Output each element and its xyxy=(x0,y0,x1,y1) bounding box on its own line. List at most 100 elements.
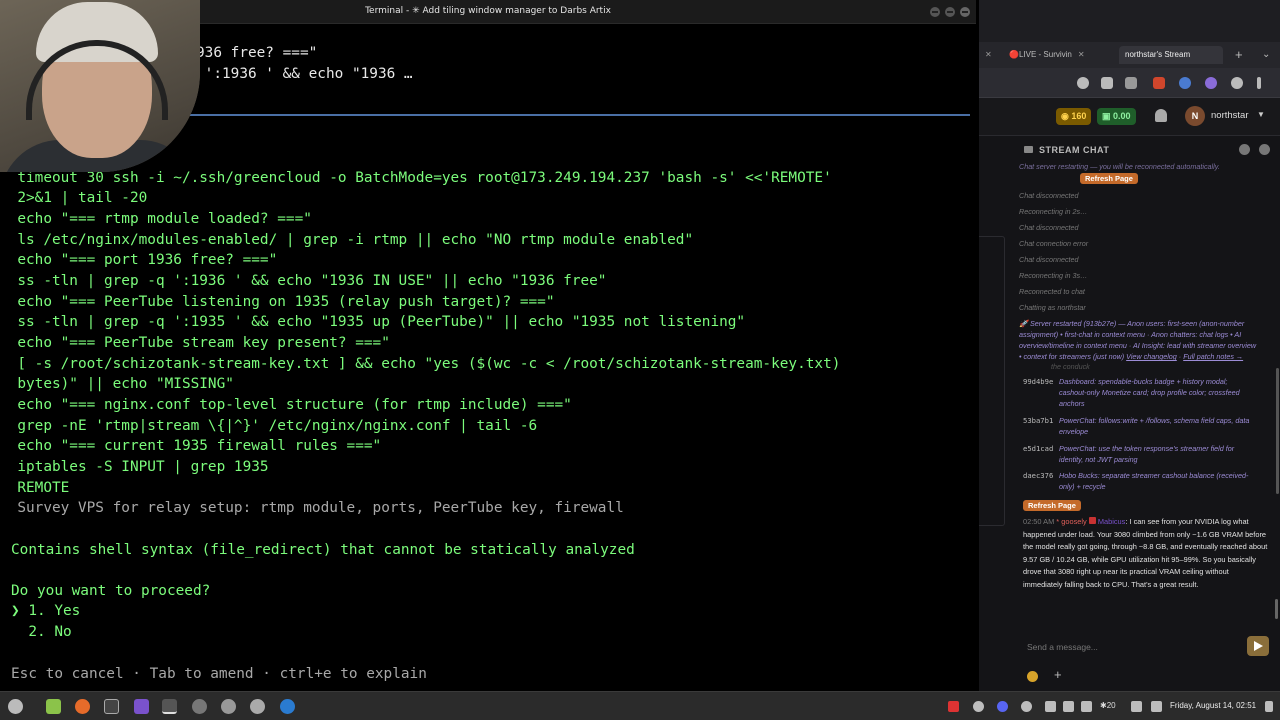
tray-count: ✱20 xyxy=(1100,701,1116,710)
gear-icon[interactable] xyxy=(250,699,265,714)
menu-icon[interactable] xyxy=(1257,77,1261,89)
message-input[interactable]: Send a message... xyxy=(1023,636,1239,658)
users-icon[interactable] xyxy=(1239,144,1250,155)
clock[interactable]: Friday, August 14, 02:51 xyxy=(1170,701,1256,710)
username[interactable]: northstar xyxy=(1211,110,1249,121)
send-button[interactable] xyxy=(1247,636,1269,656)
mod-badge-icon xyxy=(1088,517,1096,524)
money-badge[interactable]: ▣ 0.00 xyxy=(1097,108,1136,125)
settings-icon[interactable] xyxy=(1231,77,1243,89)
chat-status: Reconnecting in 2s… xyxy=(1019,207,1088,216)
display-icon[interactable] xyxy=(1063,701,1074,712)
chevron-down-icon[interactable]: ⌄ xyxy=(1262,46,1270,64)
minimize-button[interactable] xyxy=(930,7,940,17)
shield-icon[interactable] xyxy=(1125,77,1137,89)
addon-icon[interactable] xyxy=(1153,77,1165,89)
firefox-icon[interactable] xyxy=(75,699,90,714)
addon-icon[interactable] xyxy=(1179,77,1191,89)
terminal-command-line: 2>&1 | tail -20 xyxy=(0,190,148,206)
tab-close-icon[interactable]: ✕ xyxy=(979,46,991,64)
telegram-icon[interactable] xyxy=(280,699,295,714)
chat-header: STREAM CHAT xyxy=(1019,136,1280,164)
system-text: Chat server restarting — you will be rec… xyxy=(1019,162,1220,171)
commit-entry: 99d4b9e Dashboard: spendable-bucks badge… xyxy=(1023,376,1253,409)
chat-status: Chat disconnected xyxy=(1019,255,1079,264)
terminal-icon[interactable] xyxy=(104,699,119,714)
webcam-overlay xyxy=(0,0,200,172)
record-icon[interactable] xyxy=(948,701,959,712)
chat-status: Chat connection error xyxy=(1019,239,1089,248)
download-icon[interactable] xyxy=(1077,77,1089,89)
terminal-prompt: Do you want to proceed? xyxy=(11,583,211,599)
user-tag: * goosely xyxy=(1056,517,1087,526)
commit-entry: e5d1cad PowerChat: use the token respons… xyxy=(1023,443,1253,465)
terminal-command-line: echo "=== PeerTube stream key present? =… xyxy=(0,335,390,351)
terminal-command-line: [ -s /root/schizotank-stream-key.txt ] &… xyxy=(0,356,841,372)
message-text: I can see from your NVIDIA log what happ… xyxy=(1023,517,1268,589)
bucks-badge[interactable]: ◉ 160 xyxy=(1056,108,1092,125)
refresh-page-button[interactable]: Refresh Page xyxy=(1023,500,1081,511)
terminal-header-line: 936 free? ===" xyxy=(196,45,318,61)
terminal-active-icon[interactable] xyxy=(162,699,177,714)
avatar[interactable]: N xyxy=(1185,106,1205,126)
bucks-count: 160 xyxy=(1071,111,1087,121)
chat-scrollbar[interactable] xyxy=(1276,368,1279,494)
app-menu-icon[interactable] xyxy=(8,699,23,714)
gear-icon[interactable] xyxy=(221,699,236,714)
terminal-command-line: ls /etc/nginx/modules-enabled/ | grep -i… xyxy=(0,232,694,248)
terminal-warning: Contains shell syntax (file_redirect) th… xyxy=(11,542,635,558)
desktop: Terminal - ✳ Add tiling window manager t… xyxy=(0,0,1280,720)
user-tag-text: goosely xyxy=(1061,517,1087,526)
chat-status: Reconnected to chat xyxy=(1019,287,1085,296)
browser-toolbar xyxy=(979,68,1280,98)
terminal-command-line: echo "=== PeerTube listening on 1935 (re… xyxy=(0,294,555,310)
close-icon[interactable]: ✕ xyxy=(1078,50,1085,59)
bell-icon[interactable] xyxy=(1155,109,1167,122)
terminal-command-line: ss -tln | grep -q ':1935 ' && echo "1935… xyxy=(0,314,746,330)
stream-chat: STREAM CHAT Chat server restarting — you… xyxy=(1019,136,1280,691)
tab-stream[interactable]: northstar's Stream xyxy=(1119,46,1223,64)
commit-text: Dashboard: spendable-bucks badge + histo… xyxy=(1059,377,1240,408)
discord-icon[interactable] xyxy=(997,701,1008,712)
commit-text: Hobo Bucks: separate streamer cashout ba… xyxy=(1059,471,1249,491)
show-desktop-button[interactable] xyxy=(1265,701,1273,712)
extension-icon[interactable] xyxy=(1101,77,1113,89)
network-icon[interactable] xyxy=(1081,701,1092,712)
addon-icon[interactable] xyxy=(1205,77,1217,89)
chat-scrollbar-lower[interactable] xyxy=(1275,599,1278,619)
site-header: ◉ 160 ▣ 0.00 N northstar ▼ xyxy=(979,98,1280,136)
message-author[interactable]: Mabicus xyxy=(1098,517,1126,526)
tab-live[interactable]: 🔴LIVE - Survivin ✕ xyxy=(1009,46,1109,64)
gear-icon[interactable] xyxy=(1259,144,1270,155)
terminal-command-line: echo "=== current 1935 firewall rules ==… xyxy=(0,438,382,454)
commit-text: PowerChat: use the token response's stre… xyxy=(1059,444,1235,464)
patch-notes: 🚀 Server restarted (913b27e) — Anon user… xyxy=(1019,319,1257,361)
chat-input-area: Send a message... xyxy=(1019,632,1280,662)
close-button[interactable] xyxy=(960,7,970,17)
shield-icon[interactable] xyxy=(1045,701,1056,712)
files-icon[interactable] xyxy=(46,699,61,714)
new-tab-button[interactable]: + xyxy=(1235,46,1243,64)
refresh-page-button[interactable]: Refresh Page xyxy=(1080,173,1138,184)
obsidian-icon[interactable] xyxy=(134,699,149,714)
emoji-icon[interactable] xyxy=(1027,671,1038,682)
maximize-button[interactable] xyxy=(945,7,955,17)
message-time: 02:50 AM xyxy=(1023,517,1055,526)
view-changelog-link[interactable]: View changelog xyxy=(1126,352,1177,361)
tab-label: northstar's Stream xyxy=(1125,50,1191,59)
patch-notes-link[interactable]: Full patch notes → xyxy=(1183,352,1243,361)
obs-icon[interactable] xyxy=(973,701,984,712)
volume-icon[interactable] xyxy=(1151,701,1162,712)
option-no[interactable]: 2. No xyxy=(11,622,71,642)
side-panel xyxy=(979,236,1005,526)
printer-icon[interactable] xyxy=(1131,701,1142,712)
terminal-command-line: iptables -S INPUT | grep 1935 xyxy=(0,459,269,475)
plus-icon[interactable]: + xyxy=(1054,667,1062,682)
settings-icon[interactable] xyxy=(192,699,207,714)
chat-system-message: Chat server restarting — you will be rec… xyxy=(1019,161,1259,172)
tab-bar: ✕ 🔴LIVE - Survivin ✕ northstar's Stream +… xyxy=(979,42,1280,68)
steam-icon[interactable] xyxy=(1021,701,1032,712)
chevron-down-icon[interactable]: ▼ xyxy=(1257,110,1265,119)
chat-message: 02:50 AM * goosely Mabicus: I can see fr… xyxy=(1023,517,1268,589)
option-yes[interactable]: ❯ 1. Yes xyxy=(11,601,80,621)
